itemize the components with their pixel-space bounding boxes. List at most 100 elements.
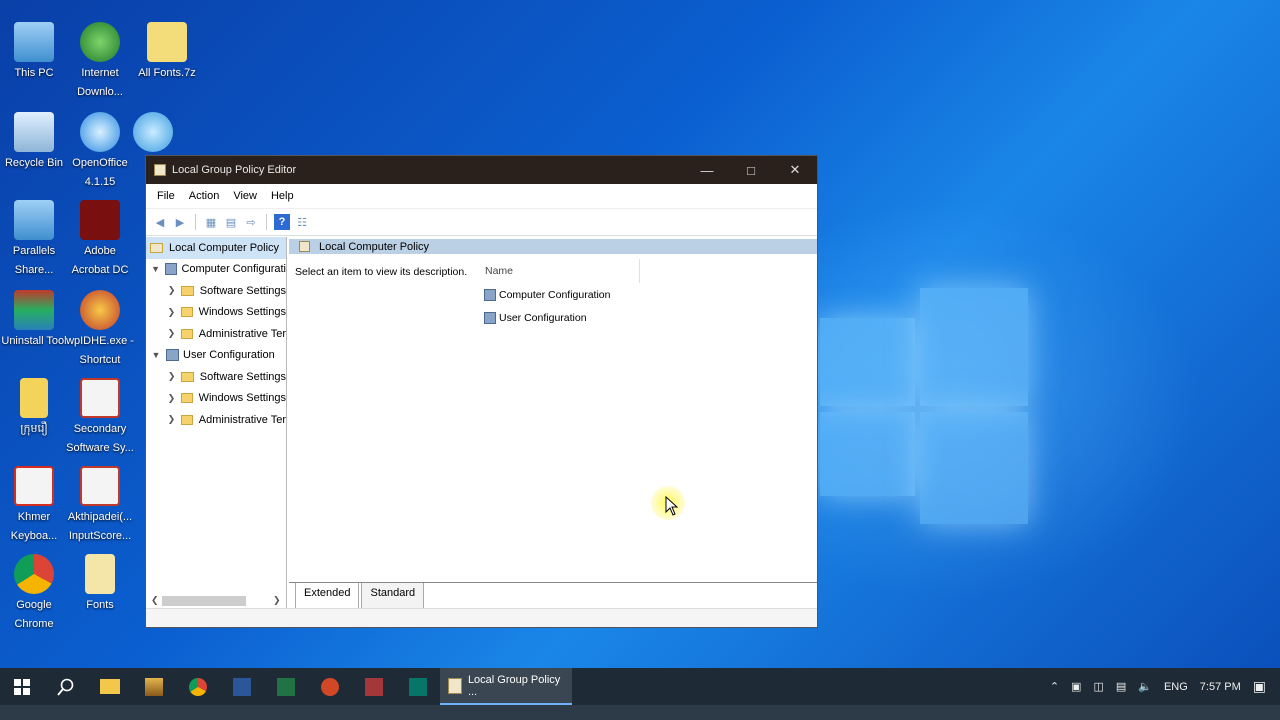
view-icon[interactable]: ☷ (294, 214, 310, 230)
document-icon (80, 378, 120, 418)
desktop-icon-globe[interactable] (133, 112, 173, 154)
folder-icon (181, 371, 194, 382)
taskbar-publisher[interactable] (396, 668, 440, 705)
recycle-bin-icon (14, 112, 54, 152)
toolbar-separator (266, 214, 267, 230)
desktop-icon-recycle-bin[interactable]: Recycle Bin (0, 112, 68, 173)
back-icon[interactable]: ◀ (152, 214, 168, 230)
chevron-right-icon[interactable]: ❯ (166, 307, 177, 318)
notification-icon[interactable]: ▣ (1253, 678, 1266, 695)
scrollbar-thumb[interactable] (162, 595, 246, 606)
computer-config-icon (165, 263, 178, 276)
folder-icon (180, 307, 193, 318)
taskbar-app-tool[interactable] (132, 668, 176, 705)
search-icon (57, 678, 74, 696)
desktop-icon-uninstall-tool[interactable]: Uninstall Tool (0, 290, 68, 351)
properties-icon[interactable]: ▤ (223, 214, 239, 230)
taskbar-excel[interactable] (264, 668, 308, 705)
tray-network-icon[interactable]: ▤ (1116, 680, 1126, 693)
chevron-right-icon[interactable]: ❯ (166, 393, 177, 404)
chevron-right-icon[interactable]: ❯ (166, 414, 177, 425)
taskbar-group-policy-editor[interactable]: Local Group Policy ... (440, 668, 572, 705)
volume-icon[interactable]: 🔈 (1138, 680, 1152, 693)
column-header-name[interactable]: Name (485, 259, 640, 283)
show-hide-tree-icon[interactable]: ▦ (203, 214, 219, 230)
tree-item-administrative-templates[interactable]: ❯ Administrative Ter (146, 323, 286, 345)
tree-item-computer-configuration[interactable]: ▼ Computer Configurati (146, 259, 286, 281)
folder-icon (180, 393, 193, 404)
archive-icon (147, 22, 187, 62)
shared-folder-icon (14, 200, 54, 240)
list-item-user-configuration[interactable]: User Configuration (484, 308, 587, 328)
desktop-icon-internet-download[interactable]: Internet Downlo... (66, 22, 134, 102)
language-indicator[interactable]: ENG (1164, 681, 1188, 693)
taskbar-powerpoint[interactable] (308, 668, 352, 705)
desktop-icon-all-fonts[interactable]: All Fonts.7z (133, 22, 201, 83)
tray-device-icon[interactable]: ▣ (1071, 680, 1081, 693)
chevron-right-icon[interactable]: ❯ (166, 371, 177, 382)
uninstall-tool-icon (14, 290, 54, 330)
desktop-icon-google-chrome[interactable]: Google Chrome (0, 554, 68, 634)
taskbar-access[interactable] (352, 668, 396, 705)
taskbar: Local Group Policy ... ⌃ ▣ ◫ ▤ 🔈 ENG 7:5… (0, 668, 1280, 705)
desktop-icon-wpidhe[interactable]: wpIDHE.exe - Shortcut (66, 290, 134, 370)
taskbar-chrome[interactable] (176, 668, 220, 705)
menu-action[interactable]: Action (182, 190, 227, 202)
maximize-button[interactable]: □ (729, 156, 773, 184)
desktop-icon-fonts[interactable]: Fonts (66, 554, 134, 615)
taskbar-file-explorer[interactable] (88, 668, 132, 705)
minimize-button[interactable]: — (685, 156, 729, 184)
publisher-icon (409, 677, 427, 696)
chevron-up-icon[interactable]: ⌃ (1050, 680, 1059, 693)
tree-item-user-configuration[interactable]: ▼ User Configuration (146, 345, 286, 367)
description-text: Select an item to view its description. (295, 266, 468, 278)
menu-view[interactable]: View (226, 190, 264, 202)
desktop-icon-secondary-software[interactable]: Secondary Software Sy... (66, 378, 134, 458)
taskbar-word[interactable] (220, 668, 264, 705)
forward-icon[interactable]: ▶ (172, 214, 188, 230)
desktop-icon-akthipadei[interactable]: Akthipadei(... InputScore... (66, 466, 134, 546)
scroll-right-icon[interactable]: ❯ (273, 595, 281, 606)
chrome-icon (14, 554, 54, 594)
menu-file[interactable]: File (150, 190, 182, 202)
file-explorer-icon (100, 679, 120, 694)
acrobat-icon (80, 200, 120, 240)
globe-download-icon (80, 22, 120, 62)
desktop-icon-parallels[interactable]: Parallels Share... (0, 200, 68, 280)
desktop-icon-khmer-keyboard[interactable]: Khmer Keyboa... (0, 466, 68, 546)
chevron-right-icon[interactable]: ❯ (166, 285, 177, 296)
tab-extended[interactable]: Extended (295, 583, 360, 610)
chevron-down-icon[interactable]: ▼ (150, 264, 161, 274)
scroll-left-icon[interactable]: ❮ (151, 595, 159, 606)
tree-item-user-software-settings[interactable]: ❯ Software Settings (146, 366, 286, 388)
start-button[interactable] (0, 668, 44, 705)
pdf-icon (14, 466, 54, 506)
close-button[interactable]: ✕ (773, 156, 817, 184)
search-button[interactable] (44, 668, 88, 705)
desktop-icon-openoffice[interactable]: OpenOffice 4.1.15 (66, 112, 134, 192)
tab-standard[interactable]: Standard (361, 583, 425, 610)
list-item-computer-configuration[interactable]: Computer Configuration (484, 285, 610, 305)
clock[interactable]: 7:57 PM (1200, 681, 1241, 693)
group-policy-editor-window: Local Group Policy Editor — □ ✕ File Act… (145, 155, 818, 628)
desktop-icon-folder[interactable]: ក្រុមរឿ (0, 378, 68, 439)
help-icon[interactable]: ? (274, 214, 290, 230)
tray-camera-icon[interactable]: ◫ (1093, 680, 1103, 693)
chevron-right-icon[interactable]: ❯ (166, 328, 177, 339)
mouse-pointer-icon (665, 496, 679, 516)
desktop-icon-adobe-acrobat[interactable]: Adobe Acrobat DC (66, 200, 134, 280)
desktop-icon-this-pc[interactable]: This PC (0, 22, 68, 83)
app-icon (154, 164, 166, 176)
windows-start-icon (14, 678, 30, 695)
export-list-icon[interactable]: ⇨ (243, 214, 259, 230)
tree-item-user-windows-settings[interactable]: ❯ Windows Settings (146, 388, 286, 410)
chevron-down-icon[interactable]: ▼ (150, 350, 162, 360)
tree-item-windows-settings[interactable]: ❯ Windows Settings (146, 302, 286, 324)
tree-item-user-administrative-templates[interactable]: ❯ Administrative Ter (146, 409, 286, 431)
details-header: Local Computer Policy (289, 239, 817, 254)
tree-item-software-settings[interactable]: ❯ Software Settings (146, 280, 286, 302)
chrome-icon (189, 677, 207, 696)
menu-help[interactable]: Help (264, 190, 301, 202)
tree-item-local-computer-policy[interactable]: Local Computer Policy (146, 237, 286, 259)
title-bar[interactable]: Local Group Policy Editor — □ ✕ (146, 156, 817, 184)
